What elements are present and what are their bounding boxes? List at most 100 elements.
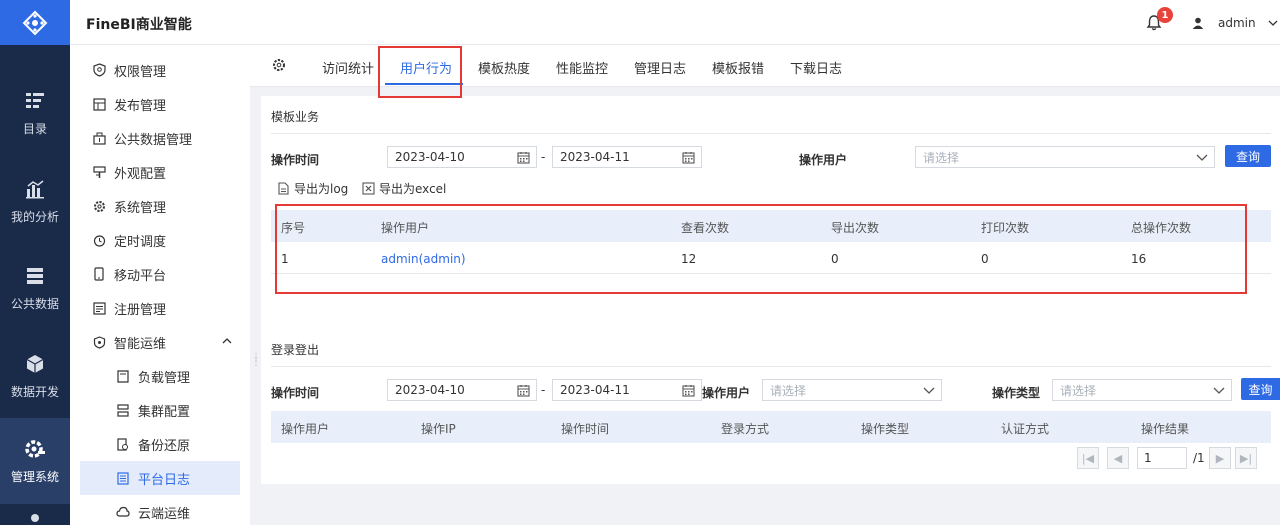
public-data-manage-icon [92, 131, 106, 145]
menu-item-publish[interactable]: 发布管理 [80, 87, 240, 121]
op-user-select[interactable]: 请选择 [915, 146, 1215, 168]
col-header: 操作结果 [1141, 422, 1190, 436]
menu-item-platform-log[interactable]: 平台日志 [80, 461, 240, 495]
op-user-select[interactable]: 请选择 [762, 379, 942, 401]
col-header: 操作用户 [281, 422, 330, 436]
pager-page-value: 1 [1144, 451, 1152, 465]
calendar-icon[interactable] [682, 384, 695, 397]
divider [271, 366, 1271, 367]
appearance-icon [92, 165, 106, 179]
user-menu[interactable]: admin [1192, 16, 1278, 30]
pager-first-button[interactable]: |◀ [1077, 447, 1099, 469]
col-header: 操作用户 [381, 221, 430, 235]
tab-settings-gear-icon[interactable] [272, 58, 286, 72]
rail-item-public-data[interactable]: 公共数据 [0, 245, 70, 331]
tab-template-error[interactable]: 模板报错 [712, 58, 764, 77]
end-date-field[interactable]: 2023-04-11 [552, 146, 702, 168]
menu-item-cloud-ops[interactable]: 云端运维 [80, 495, 240, 525]
tab-user-behavior[interactable]: 用户行为 [400, 58, 452, 77]
user-name: admin [1218, 16, 1256, 30]
rail-item-data-dev[interactable]: 数据开发 [0, 333, 70, 419]
end-date-value: 2023-04-11 [560, 150, 630, 164]
menu-item-label: 集群配置 [138, 404, 191, 420]
pager-last-button[interactable]: ▶| [1235, 447, 1257, 469]
tab-performance[interactable]: 性能监控 [556, 58, 608, 77]
menu-item-schedule[interactable]: 定时调度 [80, 223, 240, 257]
table-header: 操作用户 操作IP 操作时间 登录方式 操作类型 认证方式 操作结果 [271, 411, 1271, 443]
publish-icon [92, 97, 106, 111]
top-header: FineBI商业智能 1 admin [70, 0, 1280, 45]
start-date-value: 2023-04-10 [395, 383, 465, 397]
pager-page-input[interactable]: 1 [1137, 447, 1187, 469]
pager-next-button[interactable]: ▶ [1209, 447, 1231, 469]
menu-item-system[interactable]: 系统管理 [80, 189, 240, 223]
col-header: 导出次数 [831, 221, 880, 235]
rail-item-label: 数据开发 [10, 384, 59, 399]
menu-item-load[interactable]: 负载管理 [80, 359, 240, 393]
menu-item-permission[interactable]: 权限管理 [80, 53, 240, 87]
side-menu: 权限管理 发布管理 公共数据管理 外观配置 系统管理 定时调度 移动平台 注册管… [70, 45, 250, 525]
query-button[interactable]: 查询 [1241, 378, 1280, 400]
rail-item-my-analysis[interactable]: 我的分析 [0, 158, 70, 244]
col-header: 序号 [281, 221, 306, 235]
calendar-icon[interactable] [682, 151, 695, 164]
clock-icon [92, 233, 106, 247]
calendar-icon[interactable] [517, 151, 530, 164]
cell-user-link[interactable]: admin(admin) [381, 252, 466, 266]
backup-icon [116, 437, 130, 451]
op-user-placeholder: 请选择 [923, 150, 960, 165]
tab-template-heat[interactable]: 模板热度 [478, 58, 530, 77]
start-date-field[interactable]: 2023-04-10 [387, 379, 537, 401]
col-header: 打印次数 [981, 221, 1030, 235]
table-row: 1 admin(admin) 12 0 0 16 [271, 242, 1271, 274]
app-logo[interactable] [0, 0, 70, 45]
cell-index: 1 [281, 252, 289, 266]
menu-item-label: 发布管理 [114, 98, 167, 114]
catalog-icon [24, 90, 46, 112]
op-type-select[interactable]: 请选择 [1052, 379, 1232, 401]
query-button[interactable]: 查询 [1225, 145, 1271, 167]
date-range-separator: - [541, 150, 546, 164]
menu-item-register[interactable]: 注册管理 [80, 291, 240, 325]
menu-item-appearance[interactable]: 外观配置 [80, 155, 240, 189]
op-time-label: 操作时间 [271, 153, 320, 167]
menu-item-cluster[interactable]: 集群配置 [80, 393, 240, 427]
pager-prev-button[interactable]: ◀ [1107, 447, 1129, 469]
user-icon [1192, 17, 1204, 29]
col-header: 操作时间 [561, 422, 610, 436]
table-header: 序号 操作用户 查看次数 导出次数 打印次数 总操作次数 [271, 210, 1271, 242]
op-user-label: 操作用户 [799, 153, 848, 167]
gear-icon [92, 199, 106, 213]
end-date-field[interactable]: 2023-04-11 [552, 379, 702, 401]
menu-item-smart-ops[interactable]: 智能运维 [80, 325, 240, 359]
manage-system-icon [24, 438, 46, 460]
shield-icon [92, 63, 106, 77]
start-date-value: 2023-04-10 [395, 150, 465, 164]
end-date-value: 2023-04-11 [560, 383, 630, 397]
op-time-label: 操作时间 [271, 386, 320, 400]
export-log-button[interactable]: 导出为log [277, 180, 348, 197]
public-data-icon [24, 265, 46, 287]
chevron-down-icon [1196, 154, 1208, 161]
tab-manage-log[interactable]: 管理日志 [634, 58, 686, 77]
tab-visit-stats[interactable]: 访问统计 [322, 58, 374, 77]
rail-item-manage-system[interactable]: 管理系统 [0, 418, 70, 504]
menu-item-public-data-manage[interactable]: 公共数据管理 [80, 121, 240, 155]
menu-item-label: 移动平台 [114, 268, 167, 284]
menu-item-label: 权限管理 [114, 64, 167, 80]
main-content: 访问统计 用户行为 模板热度 性能监控 管理日志 模板报错 下载日志 模板业务 … [250, 45, 1280, 525]
menu-item-label: 公共数据管理 [114, 132, 193, 148]
tab-download-log[interactable]: 下载日志 [790, 58, 842, 77]
menu-item-label: 定时调度 [114, 234, 167, 250]
rail-item-label: 管理系统 [10, 469, 59, 484]
rail-item-catalog[interactable]: 目录 [0, 70, 70, 156]
rail-more-icon[interactable] [31, 514, 39, 522]
calendar-icon[interactable] [517, 384, 530, 397]
menu-item-backup[interactable]: 备份还原 [80, 427, 240, 461]
export-excel-button[interactable]: 导出为excel [362, 180, 446, 197]
op-user-label: 操作用户 [702, 386, 751, 400]
col-header: 认证方式 [1001, 422, 1050, 436]
menu-item-mobile[interactable]: 移动平台 [80, 257, 240, 291]
start-date-field[interactable]: 2023-04-10 [387, 146, 537, 168]
mobile-icon [92, 267, 106, 281]
